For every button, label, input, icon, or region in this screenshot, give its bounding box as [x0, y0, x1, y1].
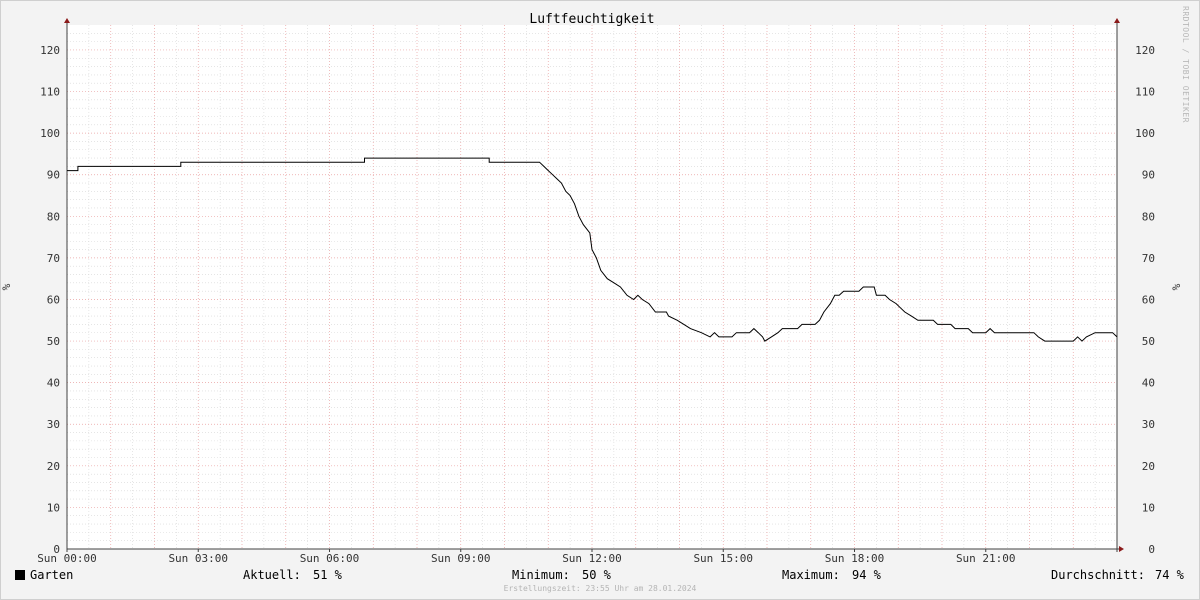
y-tick-label-left: 80: [47, 210, 60, 223]
legend-avg-label: Durchschnitt:: [1051, 568, 1145, 582]
y-tick-label-right: 100: [1135, 127, 1155, 140]
legend-avg-value: 74 %: [1155, 568, 1184, 582]
x-axis-arrow: [1119, 546, 1124, 552]
chart-title: Luftfeuchtigkeit: [529, 12, 654, 27]
y-tick-label-left: 20: [47, 460, 60, 473]
x-tick-label: Sun 00:00: [37, 552, 97, 565]
creation-time: Erstellungszeit: 23:55 Uhr am 28.01.2024: [503, 584, 697, 593]
legend-current-label: Aktuell:: [243, 568, 301, 582]
legend-max-label: Maximum:: [782, 568, 840, 582]
y-tick-label-right: 40: [1142, 377, 1155, 390]
x-tick-label: Sun 15:00: [693, 552, 753, 565]
y-axis-left-arrow: [64, 18, 70, 23]
chart: 0 010 1020 2030 3040 4050 5060 6070 7080 8090 9010…: [0, 12, 1183, 565]
y-axis-label-left: %: [0, 283, 13, 290]
y-axis-right-arrow: [1114, 18, 1120, 23]
x-tick-label: Sun 03:00: [168, 552, 228, 565]
y-tick-label-right: 20: [1142, 460, 1155, 473]
y-tick-label-right: 0: [1148, 543, 1155, 556]
rrdtool-watermark: RRDTOOL / TOBI OETIKER: [1181, 6, 1190, 123]
y-tick-label-left: 60: [47, 293, 60, 306]
y-tick-label-left: 30: [47, 418, 60, 431]
legend-swatch: [15, 570, 25, 580]
x-tick-label: Sun 21:00: [956, 552, 1016, 565]
y-tick-label-left: 120: [40, 44, 60, 57]
legend-series-name: Garten: [30, 568, 74, 582]
x-tick-label: Sun 18:00: [825, 552, 885, 565]
y-axis-label-right: %: [1170, 283, 1183, 290]
y-tick-label-right: 30: [1142, 418, 1155, 431]
legend-min-value: 50 %: [582, 568, 611, 582]
y-tick-label-left: 90: [47, 169, 60, 182]
y-tick-label-right: 60: [1142, 293, 1155, 306]
y-tick-label-right: 50: [1142, 335, 1155, 348]
legend-current-value: 51 %: [313, 568, 342, 582]
y-tick-label-left: 70: [47, 252, 60, 265]
x-tick-label: Sun 12:00: [562, 552, 622, 565]
y-tick-label-left: 10: [47, 501, 60, 514]
y-tick-label-right: 110: [1135, 86, 1155, 99]
y-tick-label-right: 120: [1135, 44, 1155, 57]
legend-max-value: 94 %: [852, 568, 881, 582]
y-tick-label-left: 50: [47, 335, 60, 348]
x-tick-label: Sun 09:00: [431, 552, 491, 565]
y-tick-label-left: 110: [40, 86, 60, 99]
y-tick-label-right: 90: [1142, 169, 1155, 182]
y-tick-label-left: 100: [40, 127, 60, 140]
y-tick-label-right: 10: [1142, 501, 1155, 514]
y-tick-label-left: 40: [47, 377, 60, 390]
legend-min-label: Minimum:: [512, 568, 570, 582]
y-tick-label-right: 80: [1142, 210, 1155, 223]
x-tick-label: Sun 06:00: [300, 552, 360, 565]
y-tick-label-right: 70: [1142, 252, 1155, 265]
legend: Garten Aktuell: 51 % Minimum: 50 % Maxim…: [0, 566, 1200, 584]
